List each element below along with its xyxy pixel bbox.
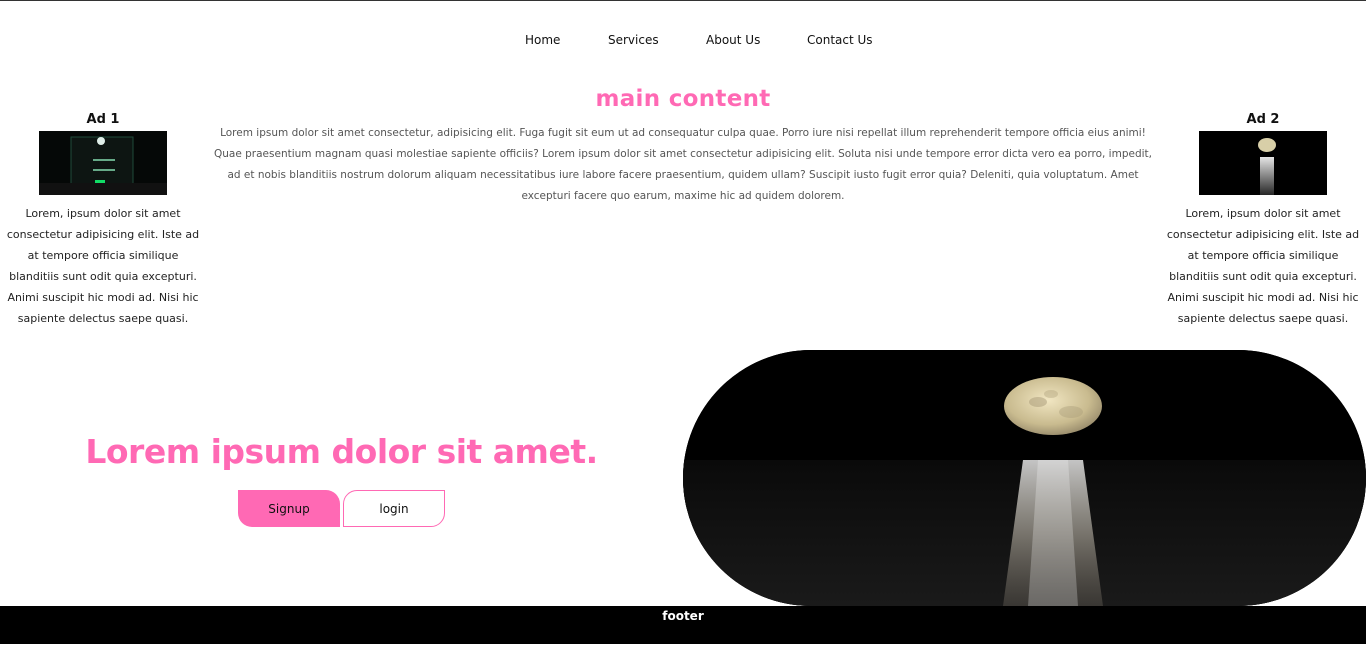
ad-title: Ad 1 xyxy=(86,112,120,127)
footer-text: footer xyxy=(662,609,704,623)
login-button[interactable]: login xyxy=(343,490,445,527)
nav-services-link[interactable]: Services xyxy=(608,33,659,47)
nav-home-link[interactable]: Home xyxy=(525,33,560,47)
ad-title: Ad 2 xyxy=(1246,112,1280,127)
ad-left: Ad 1 Lorem, ipsum dolor sit amet consect… xyxy=(0,111,206,329)
ad-description: Lorem, ipsum dolor sit amet consectetur … xyxy=(6,207,200,325)
top-border xyxy=(0,0,1366,1)
nav-contact-link[interactable]: Contact Us xyxy=(807,33,873,47)
ad-image[interactable] xyxy=(1199,131,1327,195)
main-content-title: main content xyxy=(595,86,771,112)
nav-about-link[interactable]: About Us xyxy=(706,33,760,47)
signup-button[interactable]: Signup xyxy=(238,490,340,527)
hero-moon-image xyxy=(683,350,1366,606)
ad-description: Lorem, ipsum dolor sit amet consectetur … xyxy=(1166,207,1360,325)
main-content-text: Lorem ipsum dolor sit amet consectetur, … xyxy=(213,127,1152,202)
footer: footer xyxy=(0,606,1366,644)
ad-image[interactable] xyxy=(39,131,167,195)
hero-title: Lorem ipsum dolor sit amet. xyxy=(85,432,598,471)
ad-right: Ad 2 Lorem, ipsum dolor sit amet consect… xyxy=(1160,111,1366,329)
